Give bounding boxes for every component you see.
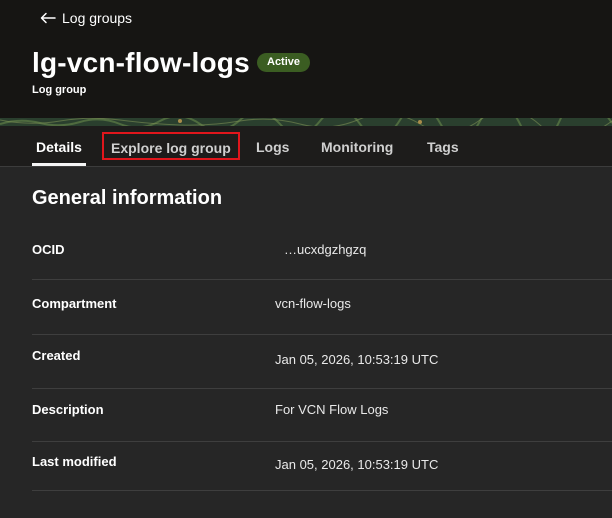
back-to-log-groups-link[interactable]: Log groups <box>40 9 132 27</box>
info-value[interactable]: vcn-flow-logs <box>275 296 351 311</box>
arrow-left-icon <box>40 12 56 24</box>
tab-logs[interactable]: Logs <box>256 126 289 166</box>
back-link-label: Log groups <box>62 10 133 26</box>
header-pattern-band <box>0 118 612 126</box>
info-row-created: Created Jan 05, 2026, 10:53:19 UTC <box>32 334 612 389</box>
info-value: For VCN Flow Logs <box>275 402 389 417</box>
info-label: Description <box>32 402 104 417</box>
details-panel: General information OCID …ucxdgzhgzq Com… <box>0 167 612 518</box>
section-title: General information <box>32 187 223 209</box>
info-label: Last modified <box>32 454 117 469</box>
info-row-last-modified: Last modified Jan 05, 2026, 10:53:19 UTC <box>32 441 612 491</box>
info-value: Jan 05, 2026, 10:53:19 UTC <box>275 457 439 472</box>
page-subtitle: Log group <box>32 84 87 96</box>
status-badge: Active <box>257 53 311 72</box>
info-row-compartment: Compartment vcn-flow-logs <box>32 279 612 335</box>
info-label: OCID <box>32 242 65 257</box>
page-title: lg-vcn-flow-logs <box>32 47 250 78</box>
tab-tags[interactable]: Tags <box>427 126 459 166</box>
info-row-ocid: OCID …ucxdgzhgzq <box>32 225 612 280</box>
tab-bar: Details Explore log group Logs Monitorin… <box>0 126 612 167</box>
tab-details[interactable]: Details <box>32 126 86 166</box>
info-value: Jan 05, 2026, 10:53:19 UTC <box>275 352 439 367</box>
page-header: Log groups lg-vcn-flow-logs Active Log g… <box>0 0 612 118</box>
tab-monitoring[interactable]: Monitoring <box>321 126 393 166</box>
info-value: …ucxdgzhgzq <box>284 242 367 257</box>
info-label: Created <box>32 348 81 363</box>
info-row-description: Description For VCN Flow Logs <box>32 388 612 442</box>
tab-explore-log-group[interactable]: Explore log group <box>102 132 240 160</box>
info-label: Compartment <box>32 296 117 311</box>
